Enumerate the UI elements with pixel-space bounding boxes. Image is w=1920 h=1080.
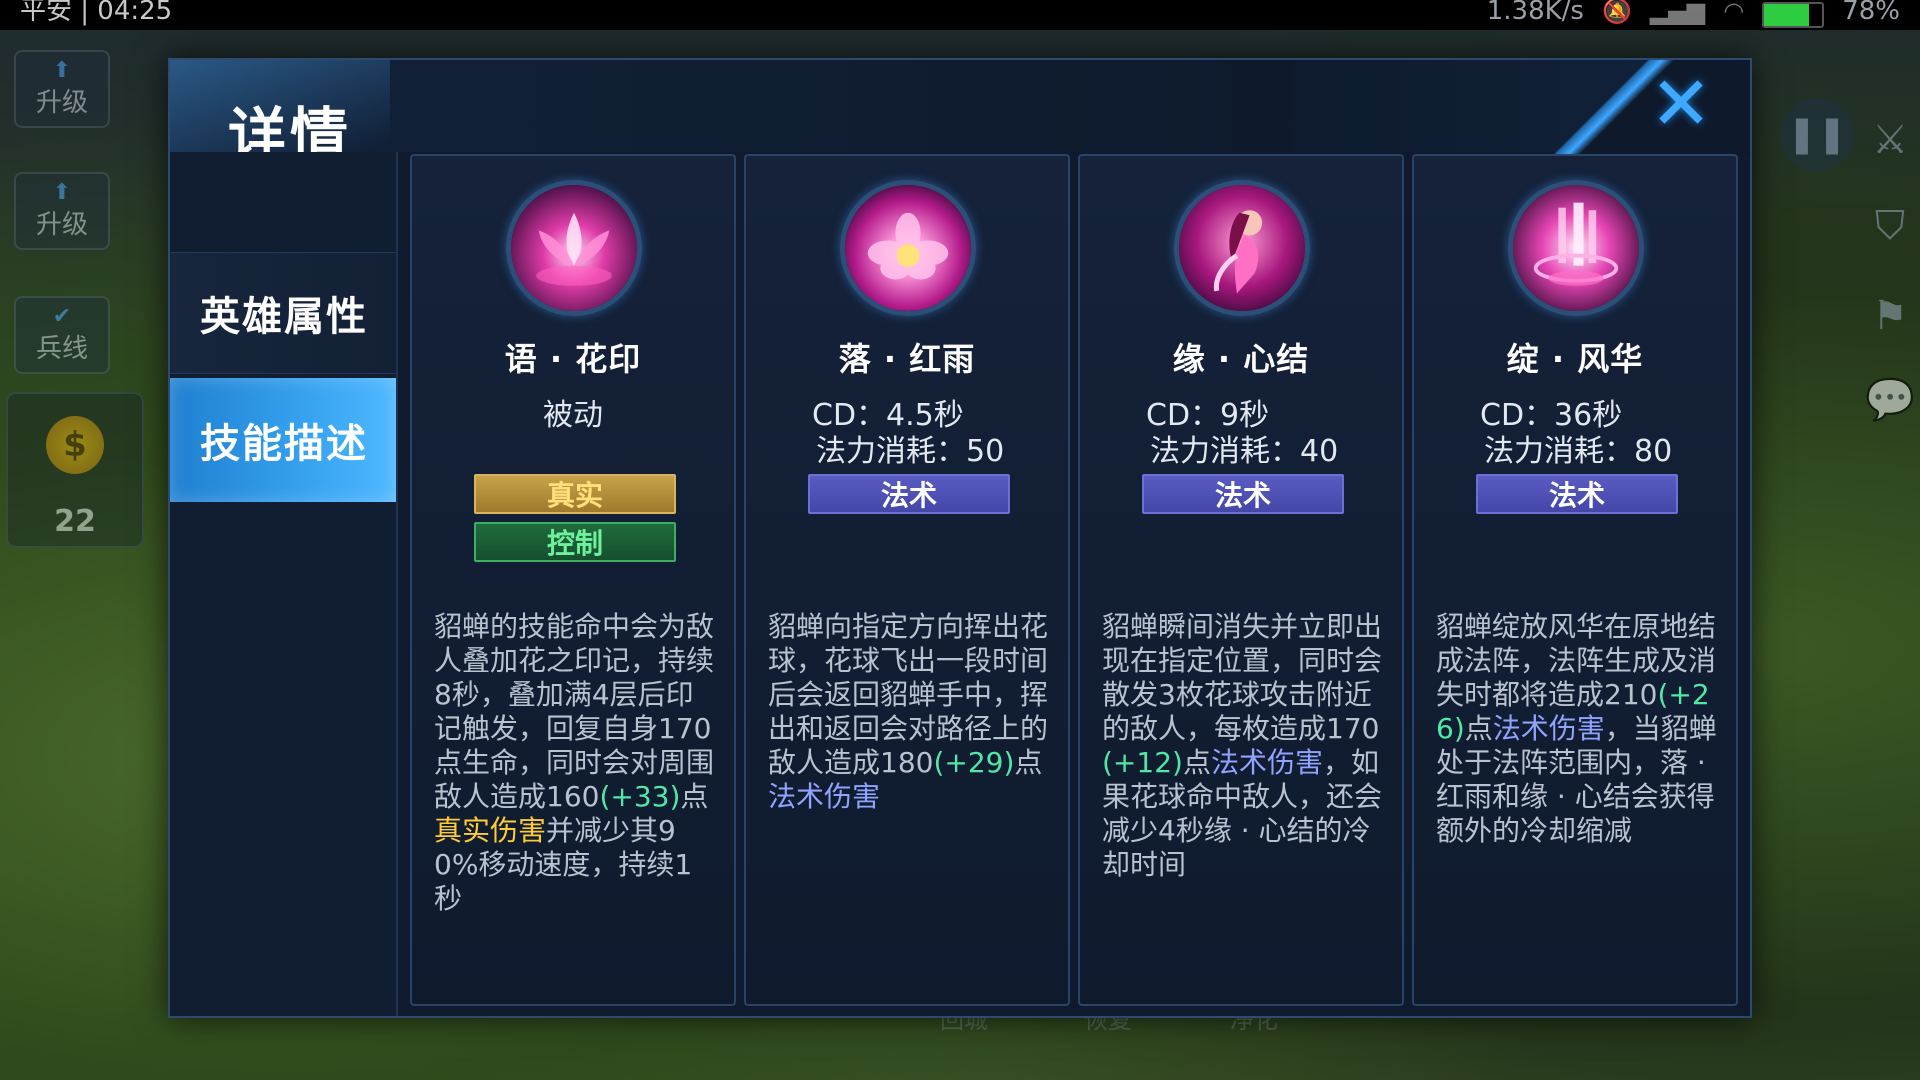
skill-name: 语 · 花印 — [504, 340, 642, 378]
gold-count: 22 — [54, 504, 96, 539]
upgrade-label: 升级 — [35, 209, 88, 240]
money-bag-icon: $ — [46, 416, 104, 474]
chat-icon: 💬 — [1865, 377, 1915, 423]
minion-button: ✔ 兵线 — [14, 296, 110, 374]
description-text: 点 — [680, 780, 709, 813]
skill-description: 貂蝉的技能命中会为敌人叠加花之印记，持续8秒，叠加满4层后印记触发，回复自身17… — [434, 610, 720, 916]
skill-description: 貂蝉绽放风华在原地结成法阵，法阵生成及消失时都将造成210(+26)点法术伤害，… — [1436, 610, 1722, 848]
corner-decoration — [1540, 60, 1750, 156]
sword-icon: ⚔ — [1872, 117, 1908, 163]
lotus-seal-icon — [506, 180, 642, 316]
tag-control: 控制 — [474, 522, 676, 562]
skill-description: 貂蝉瞬间消失并立即出现在指定位置，同时会散发3枚花球攻击附近的敌人，每枚造成17… — [1102, 610, 1388, 882]
highlight-text: (+12) — [1102, 746, 1183, 779]
modal-header: 详情 ✕ — [170, 60, 1750, 210]
highlight-text: 法术伤害 — [1492, 712, 1605, 745]
right-hud: ❚❚ ⚔ ⛉ ⚑ 💬 — [1770, 90, 1920, 890]
tag-true-damage: 真实 — [474, 474, 676, 514]
highlight-text: 法术伤害 — [1210, 746, 1323, 779]
highlight-text: 真实伤害 — [434, 814, 547, 847]
flower-orb-icon — [840, 180, 976, 316]
description-text: 貂蝉瞬间消失并立即出现在指定位置，同时会散发3枚花球攻击附近的敌人，每枚造成17… — [1102, 610, 1383, 745]
check-icon: ✔ — [52, 303, 72, 329]
flower-field-icon — [1508, 180, 1644, 316]
skill-name: 绽 · 风华 — [1506, 340, 1644, 378]
tab-hero-attributes[interactable]: 英雄属性 — [170, 252, 396, 374]
sidebar: 英雄属性 技能描述 — [170, 152, 398, 1016]
skill-cards: 语 · 花印 被动 真实 控制 貂蝉的技能命中会为敌人叠加花之印记，持续8秒，叠… — [410, 154, 1740, 1006]
dancer-icon — [1174, 180, 1310, 316]
up-arrow-icon: ⬆ — [52, 57, 72, 83]
skill-name: 落 · 红雨 — [838, 340, 976, 378]
skill-card-2: 缘 · 心结 CD：9秒 法力消耗：40 法术 貂蝉瞬间消失并立即出现在指定位置… — [1078, 154, 1404, 1006]
skill-card-1: 落 · 红雨 CD：4.5秒 法力消耗：50 法术 貂蝉向指定方向挥出花球，花球… — [744, 154, 1070, 1006]
skill-mana-cost: 法力消耗：50 — [816, 434, 1005, 469]
flag-icon: ⚑ — [1872, 293, 1908, 339]
highlight-text: 法术伤害 — [768, 780, 881, 813]
gold-panel: $ 22 — [6, 392, 144, 548]
tag-magic: 法术 — [1142, 474, 1344, 514]
tab-skill-description[interactable]: 技能描述 — [170, 378, 396, 502]
up-arrow-icon: ⬆ — [52, 179, 72, 205]
skill-name: 缘 · 心结 — [1172, 340, 1310, 378]
description-text: 点 — [1464, 712, 1493, 745]
highlight-text: (+29) — [933, 746, 1015, 779]
skill-card-ultimate: 绽 · 风华 CD：36秒 法力消耗：80 法术 貂蝉绽放风华在原地结成法阵，法… — [1412, 154, 1738, 1006]
upgrade-button: ⬆ 升级 — [14, 50, 110, 128]
skill-type: 被动 — [543, 398, 603, 433]
skill-description: 貂蝉向指定方向挥出花球，花球飞出一段时间后会返回貂蝉手中，挥出和返回会对路径上的… — [768, 610, 1054, 814]
shield-icon: ⛉ — [1875, 203, 1905, 249]
close-button[interactable]: ✕ — [1648, 67, 1714, 141]
skill-card-passive: 语 · 花印 被动 真实 控制 貂蝉的技能命中会为敌人叠加花之印记，持续8秒，叠… — [410, 154, 736, 1006]
highlight-text: (+33) — [599, 780, 681, 813]
upgrade-label: 升级 — [35, 87, 88, 118]
pause-icon: ❚❚ — [1780, 98, 1854, 172]
description-text: 点 — [1014, 746, 1043, 779]
skill-mana-cost: 法力消耗：40 — [1150, 434, 1339, 469]
tag-magic: 法术 — [808, 474, 1010, 514]
upgrade-button-2: ⬆ 升级 — [14, 172, 110, 250]
minion-label: 兵线 — [35, 333, 88, 364]
description-text: 点 — [1182, 746, 1211, 779]
skill-mana-cost: 法力消耗：80 — [1484, 434, 1673, 469]
details-modal: 详情 ✕ 英雄属性 技能描述 语 · 花印 被动 真实 控制 貂蝉的技能命中会为… — [168, 58, 1752, 1018]
tag-magic: 法术 — [1476, 474, 1678, 514]
